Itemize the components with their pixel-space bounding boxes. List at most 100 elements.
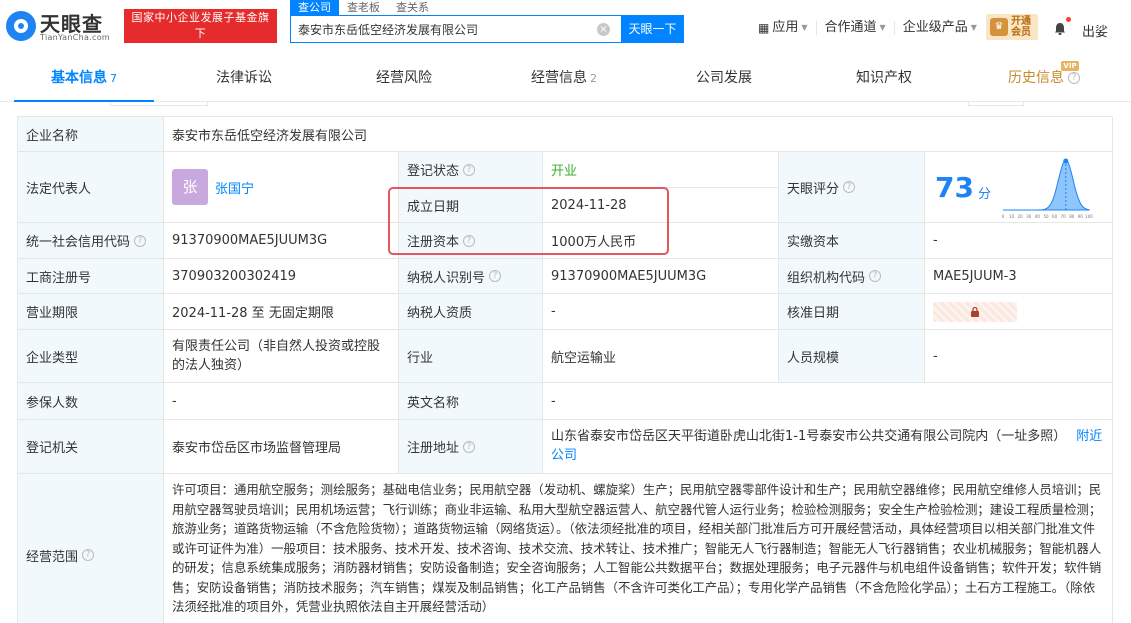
x-tick-label: 0: [1002, 214, 1005, 219]
avatar[interactable]: 张: [172, 169, 208, 205]
reg-authority: 泰安市岱岳区市场监督管理局: [172, 441, 342, 456]
reg-status-label: 登记状态?: [399, 152, 543, 188]
reg-status-value: 开业: [543, 152, 779, 188]
insured-label: 参保人数: [18, 383, 164, 420]
help-icon[interactable]: ?: [869, 270, 882, 282]
label-text: 参保人数: [26, 395, 79, 411]
tab-label: 公司发展: [696, 70, 752, 86]
help-icon[interactable]: ?: [463, 234, 476, 247]
help-icon[interactable]: ?: [134, 234, 147, 247]
approve-date-value: [925, 294, 1113, 330]
reg-capital-value: 1000万人民币: [543, 223, 779, 259]
scope-value: 许可项目：通用航空服务；测绘服务；基础电信业务；民用航空器（发动机、螺旋桨）生产…: [164, 474, 1113, 623]
tab-operation[interactable]: 经营信息 2: [494, 56, 634, 102]
help-icon[interactable]: ?: [463, 163, 476, 176]
approve-date-label: 核准日期: [779, 294, 925, 330]
vip-tag: VIP: [1061, 61, 1079, 71]
label-text: 统一社会信用代码: [26, 235, 131, 250]
open-vip-button[interactable]: ♛ 开通 会员: [986, 14, 1038, 40]
help-icon[interactable]: ?: [82, 549, 95, 561]
reg-address-value: 山东省泰安市岱岳区天平街道卧虎山北街1-1号泰安市公共交通有限公司院内（一址多照…: [543, 420, 1113, 474]
found-date: 2024-11-28: [551, 197, 627, 213]
org-code-label: 组织机构代码?: [779, 259, 925, 294]
tab-label: 法律诉讼: [216, 70, 272, 86]
section-tabs: 基本信息 7 法律诉讼 经营风险 经营信息 2 公司发展 知识产权 历史信息?: [0, 56, 1131, 102]
tianyancha-logo[interactable]: 天眼查 TianYanCha.com: [6, 8, 118, 44]
tab-count: 2: [590, 72, 597, 85]
search-tab-company[interactable]: 查公司: [290, 0, 339, 15]
credit-code-label: 统一社会信用代码?: [18, 223, 164, 259]
vip-line-2: 会员: [1011, 27, 1031, 38]
help-icon: ?: [1068, 72, 1080, 84]
staff-size-value: -: [925, 330, 1113, 383]
industry-label: 行业: [399, 330, 543, 383]
found-date-label: 成立日期: [399, 188, 543, 223]
nav-apps[interactable]: ▦ 应用 ▼: [750, 21, 817, 35]
x-tick-label: 80: [1069, 214, 1075, 219]
label-text: 企业类型: [26, 350, 79, 366]
industry-value: 航空运输业: [543, 330, 779, 383]
tab-legal[interactable]: 法律诉讼: [174, 56, 314, 102]
scope-label: 经营范围?: [18, 474, 164, 623]
label-text: 实缴资本: [787, 235, 840, 250]
help-icon[interactable]: ?: [463, 440, 476, 453]
tab-risk[interactable]: 经营风险: [334, 56, 474, 102]
label-text: 核准日期: [787, 306, 840, 321]
company-type-value: 有限责任公司（非自然人投资或控股的法人独资）: [164, 330, 399, 383]
tab-label: 基本信息: [51, 70, 107, 86]
locked-content[interactable]: [933, 301, 1017, 322]
help-icon[interactable]: ?: [843, 181, 856, 193]
score-value[interactable]: 73 分 0 10 20 30 40 50 60 70 80 90 100: [925, 152, 1113, 223]
vip-crown-icon: ♛: [990, 18, 1008, 36]
company-type-label: 企业类型: [18, 330, 164, 383]
bell-icon[interactable]: [1054, 22, 1066, 35]
reg-authority-value: 泰安市岱岳区市场监督管理局: [164, 420, 399, 474]
score-distribution-chart: 0 10 20 30 40 50 60 70 80 90 100: [1002, 158, 1093, 219]
label-text: 注册资本: [407, 235, 460, 250]
search-tab-boss[interactable]: 查老板: [339, 0, 388, 15]
taxpayer-id: 91370900MAE5JUUM3G: [551, 268, 707, 284]
label-text: 法定代表人: [26, 181, 92, 197]
english-name-value: -: [543, 383, 1113, 420]
label-text: 经营范围: [26, 549, 79, 565]
x-tick-label: 90: [1078, 214, 1084, 219]
label-text: 人员规模: [787, 350, 840, 366]
x-tick-label: 60: [1052, 214, 1058, 219]
sub-bar: [0, 102, 1131, 116]
help-icon[interactable]: ?: [489, 270, 502, 282]
nav-enterprise[interactable]: 企业级产品 ▼: [895, 21, 985, 35]
basic-info-table: 企业名称 泰安市东岳低空经济发展有限公司 法定代表人 张 张国宁 登记状态? 开…: [17, 116, 1113, 623]
tab-ip[interactable]: 知识产权: [814, 56, 954, 102]
biz-reg-no-label: 工商注册号: [18, 259, 164, 294]
chevron-down-icon: ▼: [801, 23, 808, 32]
label-text: 企业名称: [26, 128, 79, 144]
search-button[interactable]: 天眼一下: [621, 15, 684, 43]
search-tab-relation[interactable]: 查关系: [388, 0, 437, 15]
tab-basic-info[interactable]: 基本信息 7: [14, 56, 154, 102]
tab-label: 历史信息: [1008, 70, 1064, 86]
tab-history[interactable]: 历史信息?: [974, 56, 1114, 102]
notification-dot: [1066, 17, 1071, 22]
tab-label: 知识产权: [856, 70, 912, 86]
search-input[interactable]: [291, 16, 621, 42]
label-text: 组织机构代码: [787, 270, 866, 286]
tab-label: 经营风险: [376, 70, 432, 86]
nav-cooperation[interactable]: 合作通道 ▼: [817, 21, 895, 35]
reg-authority-label: 登记机关: [18, 420, 164, 474]
legal-rep-label: 法定代表人: [18, 152, 164, 223]
tab-development[interactable]: 公司发展: [654, 56, 794, 102]
sub-bar-box: [968, 102, 1024, 106]
reg-capital-label: 注册资本?: [399, 223, 543, 259]
paid-capital: -: [933, 233, 938, 248]
reg-capital: 1000万人民币: [551, 235, 637, 250]
user-name[interactable]: 出娑: [1082, 21, 1108, 40]
label-text: 天眼评分: [787, 181, 840, 197]
official-badge[interactable]: 国家中小企业发展子基金旗下 官方备案企业征信机构: [124, 9, 277, 56]
taxpayer-qual-label: 纳税人资质: [399, 294, 543, 330]
clear-icon[interactable]: ×: [597, 23, 610, 36]
legal-rep-link[interactable]: 张国宁: [215, 178, 254, 197]
label-text: 工商注册号: [26, 270, 92, 286]
label-text: 行业: [407, 350, 434, 366]
chevron-down-icon: ▼: [970, 23, 977, 32]
label-text: 纳税人资质: [407, 306, 473, 321]
